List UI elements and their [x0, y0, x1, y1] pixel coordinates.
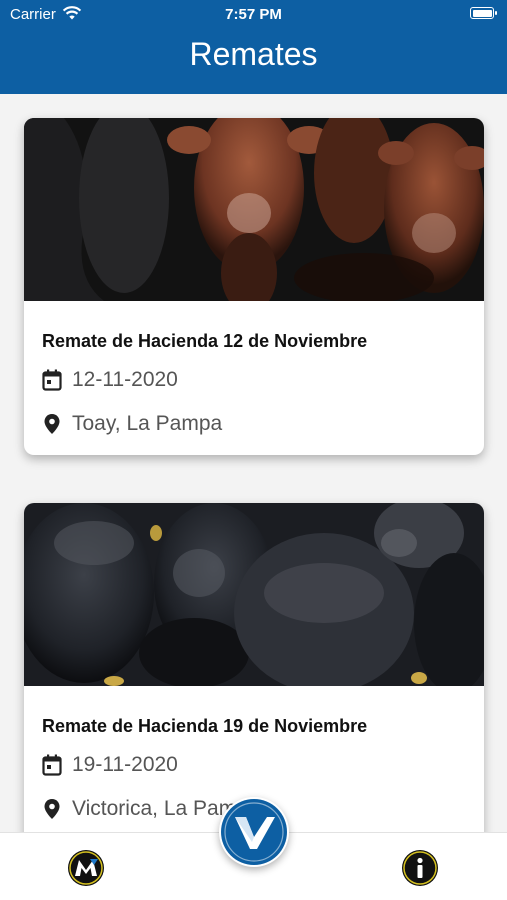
auction-list: Remate de Hacienda 12 de Noviembre 12-11…: [0, 94, 507, 832]
auction-date: 19-11-2020: [72, 753, 178, 776]
tab-home[interactable]: [67, 849, 105, 887]
date-row: 12-11-2020: [42, 368, 466, 392]
date-row: 19-11-2020: [42, 753, 466, 777]
auction-date: 12-11-2020: [72, 368, 178, 391]
app-header: Carrier 7:57 PM Remates: [0, 0, 507, 94]
location-row: Toay, La Pampa: [42, 412, 466, 436]
card-title: Remate de Hacienda 19 de Noviembre: [42, 716, 368, 736]
tab-remates[interactable]: [219, 797, 289, 867]
page-title: Remates: [189, 36, 318, 72]
location-pin-icon: [44, 799, 60, 819]
card-image: [24, 118, 484, 301]
info-icon: [402, 850, 438, 886]
auction-location: Toay, La Pampa: [72, 412, 223, 435]
calendar-icon: [42, 369, 62, 391]
m-logo-icon: [68, 850, 104, 886]
card-title: Remate de Hacienda 12 de Noviembre: [42, 331, 368, 351]
status-bar: Carrier 7:57 PM: [0, 0, 507, 28]
clock: 7:57 PM: [225, 6, 282, 23]
card-image: [24, 503, 484, 686]
auction-card[interactable]: Remate de Hacienda 19 de Noviembre 19-11…: [24, 503, 484, 832]
calendar-icon: [42, 754, 62, 776]
auction-card[interactable]: Remate de Hacienda 12 de Noviembre 12-11…: [24, 118, 484, 455]
location-pin-icon: [44, 414, 60, 434]
tab-info[interactable]: [401, 849, 439, 887]
battery-icon: [470, 7, 497, 19]
v-logo-icon: [221, 799, 287, 865]
